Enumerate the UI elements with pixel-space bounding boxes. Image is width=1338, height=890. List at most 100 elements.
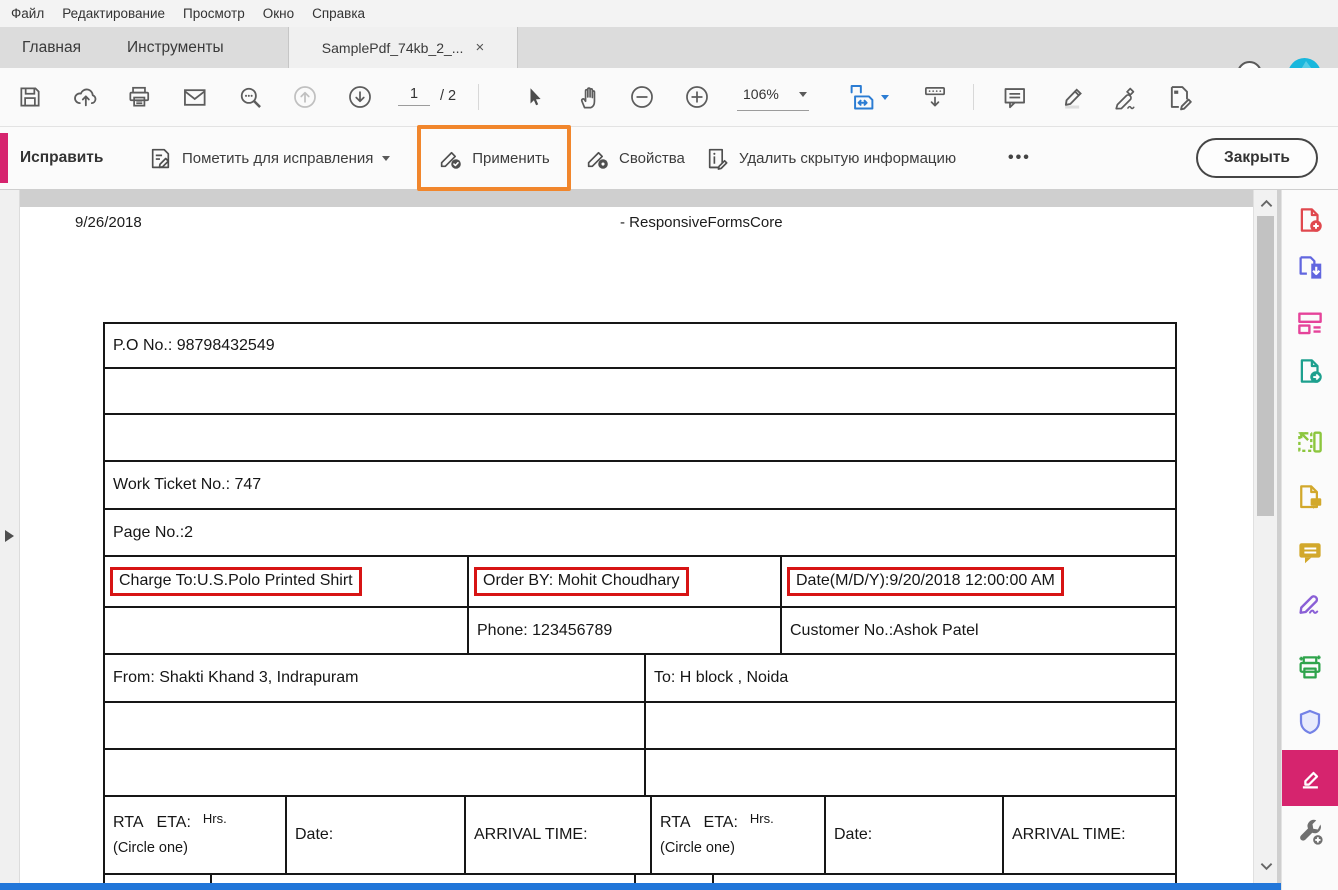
tab-home[interactable]: Главная — [0, 27, 103, 68]
zoom-value: 106% — [743, 86, 779, 102]
tab-tools[interactable]: Инструменты — [105, 27, 246, 68]
chevron-down-icon — [881, 95, 889, 100]
chevron-down-icon — [382, 156, 390, 161]
tab-document[interactable]: SamplePdf_74kb_2_... × — [288, 27, 518, 68]
email-icon[interactable] — [172, 68, 216, 126]
redaction-mark[interactable]: Charge To:U.S.Polo Printed Shirt — [110, 567, 362, 596]
empty-cell — [644, 703, 1175, 748]
export-comments-icon[interactable] — [1295, 482, 1325, 512]
main-toolbar: 1 / 2 106% — [0, 68, 1338, 127]
hand-tool-icon[interactable] — [566, 68, 610, 126]
date-cell: Date(M/D/Y):9/20/2018 12:00:00 AM — [780, 557, 1175, 606]
toolbar-separator — [973, 84, 974, 110]
rta-eta-cell: RTAETA:Hrs. (Circle one) — [650, 797, 824, 873]
menu-window[interactable]: Окно — [254, 0, 303, 27]
empty-cell — [105, 703, 644, 748]
page-number-input[interactable]: 1 — [398, 86, 430, 106]
organize-pages-icon[interactable] — [1295, 308, 1325, 338]
page-total-label: / 2 — [440, 88, 456, 104]
close-redact-button[interactable]: Закрыть — [1196, 138, 1318, 178]
vertical-scrollbar[interactable] — [1253, 190, 1277, 883]
order-by-cell: Order BY: Mohit Choudhary — [467, 557, 780, 606]
redact-mode-title: Исправить — [20, 127, 103, 189]
empty-cell — [105, 415, 1175, 460]
scroll-down-icon[interactable] — [1258, 858, 1274, 874]
tab-bar: Главная Инструменты SamplePdf_74kb_2_...… — [0, 27, 1338, 68]
phone-cell: Phone: 123456789 — [467, 608, 780, 653]
redaction-mark[interactable]: Order BY: Mohit Choudhary — [474, 567, 689, 596]
document-area: 9/26/2018 - ResponsiveFormsCore P.O No.:… — [0, 190, 1338, 890]
redaction-mark[interactable]: Date(M/D/Y):9/20/2018 12:00:00 AM — [787, 567, 1064, 596]
zoom-in-icon[interactable] — [675, 68, 719, 126]
save-icon[interactable] — [8, 68, 52, 126]
properties-label: Свойства — [619, 150, 685, 167]
doc-header-date: 9/26/2018 — [75, 214, 142, 231]
work-ticket-table: P.O No.: 98798432549 Work Ticket No.: 74… — [103, 322, 1177, 885]
menu-edit[interactable]: Редактирование — [53, 0, 174, 27]
expand-panel-icon[interactable] — [5, 530, 14, 542]
sign-pen-icon[interactable] — [1103, 68, 1147, 126]
select-tool-icon[interactable] — [511, 68, 555, 126]
date-label-cell: Date: — [285, 797, 464, 873]
more-options-button[interactable]: ••• — [1008, 127, 1031, 189]
print-icon[interactable] — [117, 68, 161, 126]
comment-tool-icon[interactable] — [1295, 537, 1325, 567]
mark-for-redaction-button[interactable]: Пометить для исправления — [148, 127, 390, 189]
apply-label: Применить — [472, 150, 550, 167]
rta-eta-cell: RTAETA:Hrs. (Circle one) — [105, 797, 285, 873]
print-production-icon[interactable] — [1295, 653, 1325, 683]
mark-for-redaction-label: Пометить для исправления — [182, 150, 373, 167]
empty-cell — [105, 369, 1175, 413]
customer-no-cell: Customer No.:Ashok Patel — [780, 608, 1175, 653]
highlighter-icon[interactable] — [1049, 68, 1093, 126]
scrollbar-thumb[interactable] — [1257, 216, 1274, 516]
close-tab-icon[interactable]: × — [475, 40, 484, 55]
remove-hidden-info-button[interactable]: Удалить скрытую информацию — [705, 127, 956, 189]
export-pdf-icon[interactable] — [1295, 253, 1325, 283]
protect-icon[interactable] — [1295, 707, 1325, 737]
redact-tool-active[interactable] — [1282, 750, 1338, 806]
menu-help[interactable]: Справка — [303, 0, 374, 27]
next-page-icon[interactable] — [338, 68, 382, 126]
zoom-out-icon[interactable] — [620, 68, 664, 126]
selected-field-bar — [0, 883, 1281, 890]
fit-width-icon[interactable] — [842, 68, 894, 126]
redact-action-bar: Исправить Пометить для исправления Приме… — [0, 127, 1338, 190]
empty-cell — [105, 750, 644, 795]
search-icon[interactable] — [228, 68, 272, 126]
zoom-level-select[interactable]: 106% — [737, 80, 809, 111]
send-pdf-icon[interactable] — [1295, 356, 1325, 386]
empty-cell — [644, 750, 1175, 795]
po-number-cell: P.O No.: 98798432549 — [105, 324, 1175, 367]
remove-hidden-info-label: Удалить скрытую информацию — [739, 150, 956, 167]
page-number-cell: Page No.:2 — [105, 510, 1175, 555]
menu-bar: Файл Редактирование Просмотр Окно Справк… — [0, 0, 1338, 27]
tools-sidebar — [1281, 190, 1338, 890]
from-cell: From: Shakti Khand 3, Indrapuram — [105, 655, 644, 701]
edit-pdf-icon[interactable] — [1295, 427, 1325, 457]
doc-header-title: - ResponsiveFormsCore — [620, 214, 783, 231]
share-upload-icon[interactable] — [63, 68, 107, 126]
menu-view[interactable]: Просмотр — [174, 0, 254, 27]
to-cell: To: H block , Noida — [644, 655, 1175, 701]
charge-to-cell: Charge To:U.S.Polo Printed Shirt — [105, 557, 467, 606]
fill-sign-icon[interactable] — [1158, 68, 1202, 126]
scroll-up-icon[interactable] — [1258, 195, 1274, 211]
work-ticket-cell: Work Ticket No.: 747 — [105, 462, 1175, 508]
navigation-pane-strip — [0, 190, 20, 890]
arrival-time-cell: ARRIVAL TIME: — [464, 797, 650, 873]
comment-icon[interactable] — [992, 68, 1036, 126]
menu-file[interactable]: Файл — [2, 0, 53, 27]
document-tab-label: SamplePdf_74kb_2_... — [322, 40, 464, 56]
properties-button[interactable]: Свойства — [585, 127, 685, 189]
more-tools-icon[interactable] — [1295, 817, 1325, 847]
page-display-icon[interactable] — [913, 68, 957, 126]
apply-button-highlighted[interactable]: Применить — [417, 125, 571, 191]
date-label-cell: Date: — [824, 797, 1002, 873]
acrobat-window: Файл Редактирование Просмотр Окно Справк… — [0, 0, 1338, 890]
empty-cell — [105, 608, 467, 653]
previous-page-icon[interactable] — [283, 68, 327, 126]
arrival-time-cell: ARRIVAL TIME: — [1002, 797, 1175, 873]
create-pdf-icon[interactable] — [1295, 205, 1325, 235]
fill-sign-tool-icon[interactable] — [1295, 587, 1325, 617]
